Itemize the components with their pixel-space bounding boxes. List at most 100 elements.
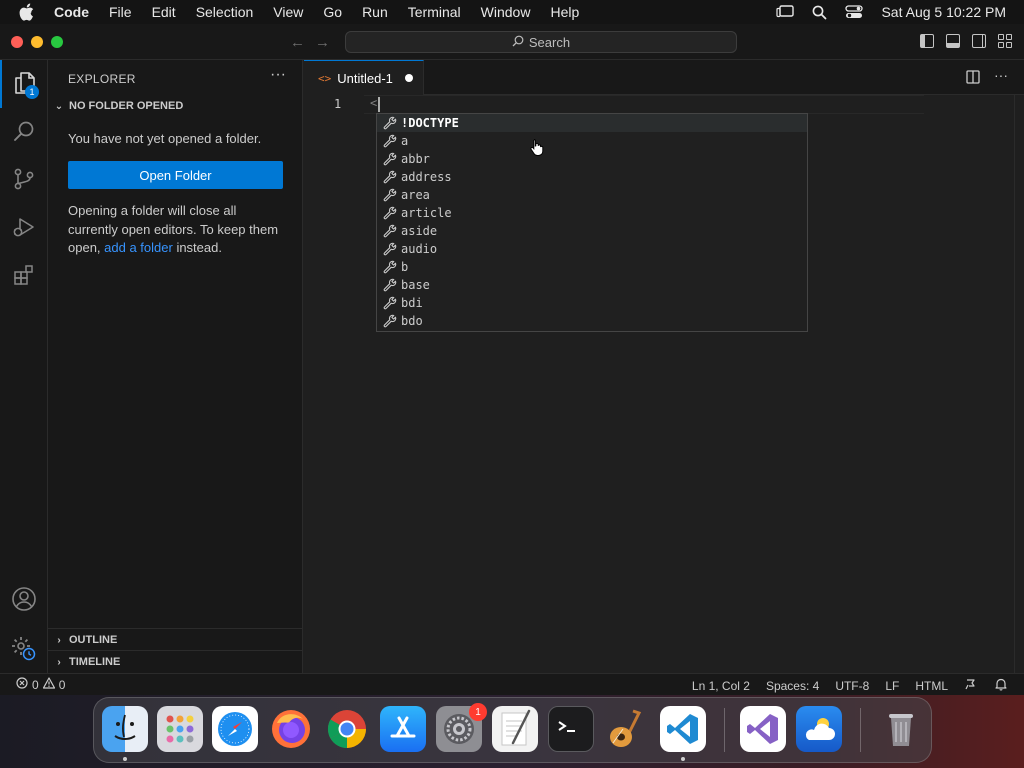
vscode-running-indicator <box>681 757 685 761</box>
add-folder-link[interactable]: add a folder <box>104 240 173 255</box>
command-center-search[interactable]: Search <box>345 31 737 53</box>
window-close-button[interactable] <box>11 36 23 48</box>
split-editor-icon[interactable] <box>966 70 980 87</box>
suggestion-item[interactable]: a <box>377 132 807 150</box>
toggle-panel-icon[interactable] <box>946 34 960 48</box>
explorer-sidebar: EXPLORER ··· ⌄ NO FOLDER OPENED You have… <box>48 60 303 673</box>
menu-view[interactable]: View <box>273 4 303 20</box>
wrench-icon <box>382 313 398 329</box>
suggestion-item[interactable]: aside <box>377 222 807 240</box>
macos-menubar: Code File Edit Selection View Go Run Ter… <box>0 0 1024 24</box>
menu-app-name[interactable]: Code <box>54 4 89 20</box>
wrench-icon <box>382 223 398 239</box>
activity-search[interactable] <box>0 108 48 156</box>
text-cursor <box>378 97 380 112</box>
menu-file[interactable]: File <box>109 4 132 20</box>
menu-selection[interactable]: Selection <box>196 4 254 20</box>
more-actions-icon[interactable]: ··· <box>270 66 286 84</box>
menu-help[interactable]: Help <box>550 4 579 20</box>
launchpad-icon[interactable] <box>157 706 203 752</box>
suggestion-item[interactable]: article <box>377 204 807 222</box>
wrench-icon <box>382 205 398 221</box>
textedit-icon[interactable] <box>492 706 538 752</box>
activity-manage[interactable] <box>0 625 48 673</box>
outline-section[interactable]: › OUTLINE <box>48 628 303 651</box>
suggestion-item[interactable]: address <box>377 168 807 186</box>
customize-layout-icon[interactable] <box>998 34 1012 48</box>
toggle-secondary-sidebar-icon[interactable] <box>972 34 986 48</box>
chevron-right-icon: › <box>57 634 61 646</box>
suggestion-item[interactable]: area <box>377 186 807 204</box>
language-mode[interactable]: HTML <box>915 679 948 693</box>
terminal-icon[interactable] <box>548 706 594 752</box>
menu-go[interactable]: Go <box>323 4 342 20</box>
suggestion-item[interactable]: b <box>377 258 807 276</box>
problems-status[interactable]: 0 0 <box>16 677 65 692</box>
menu-run[interactable]: Run <box>362 4 388 20</box>
visual-studio-icon[interactable] <box>740 706 786 752</box>
safari-icon[interactable] <box>212 706 258 752</box>
menu-terminal[interactable]: Terminal <box>408 4 461 20</box>
menubar-clock[interactable]: Sat Aug 5 10:22 PM <box>881 4 1006 20</box>
suggestion-item[interactable]: bdi <box>377 294 807 312</box>
extensions-icon <box>12 263 36 290</box>
menu-window[interactable]: Window <box>481 4 531 20</box>
chrome-icon[interactable] <box>324 706 370 752</box>
window-minimize-button[interactable] <box>31 36 43 48</box>
search-icon <box>12 119 36 146</box>
code-line[interactable]: < <box>370 96 377 110</box>
finder-running-indicator <box>123 757 127 761</box>
menu-edit[interactable]: Edit <box>152 4 176 20</box>
activity-run-debug[interactable] <box>0 204 48 252</box>
apple-icon[interactable] <box>16 2 36 22</box>
window-titlebar: ← → Search <box>0 24 1024 60</box>
unsaved-dot-icon[interactable] <box>404 74 413 82</box>
suggestion-item[interactable]: audio <box>377 240 807 258</box>
open-folder-button[interactable]: Open Folder <box>68 161 283 189</box>
activity-extensions[interactable] <box>0 252 48 300</box>
activity-explorer[interactable]: 1 <box>0 60 48 108</box>
window-maximize-button[interactable] <box>51 36 63 48</box>
timeline-section[interactable]: › TIMELINE <box>48 650 303 673</box>
wrench-icon <box>382 241 398 257</box>
suggestion-label: a <box>401 134 409 148</box>
back-arrow-icon[interactable]: ← <box>290 34 305 51</box>
suggestion-item[interactable]: base <box>377 276 807 294</box>
control-center-icon[interactable] <box>845 5 864 19</box>
trash-icon[interactable] <box>878 706 924 752</box>
finder-icon[interactable] <box>102 706 148 752</box>
sidebar-title: EXPLORER <box>68 72 136 86</box>
app-store-icon[interactable] <box>380 706 426 752</box>
encoding-setting[interactable]: UTF-8 <box>835 679 869 693</box>
account-icon <box>11 586 37 615</box>
system-settings-icon[interactable]: 1 <box>436 703 487 752</box>
toggle-primary-sidebar-icon[interactable] <box>920 34 934 48</box>
forward-arrow-icon[interactable]: → <box>315 34 330 51</box>
feedback-icon[interactable] <box>964 677 978 694</box>
stage-manager-icon[interactable] <box>776 5 795 19</box>
editor-scrollbar[interactable] <box>1014 95 1024 673</box>
notifications-bell-icon[interactable] <box>994 677 1008 694</box>
suggestion-item[interactable]: !DOCTYPE <box>377 114 807 132</box>
dock-separator <box>724 708 725 752</box>
error-icon <box>16 677 28 692</box>
more-actions-icon[interactable]: ··· <box>994 68 1008 87</box>
vscode-icon[interactable] <box>660 706 706 752</box>
activity-source-control[interactable] <box>0 156 48 204</box>
cursor-position[interactable]: Ln 1, Col 2 <box>692 679 750 693</box>
suggestion-item[interactable]: abbr <box>377 150 807 168</box>
spotlight-search-icon[interactable] <box>812 5 827 20</box>
weather-icon[interactable] <box>796 706 842 752</box>
wrench-icon <box>382 187 398 203</box>
source-control-icon <box>12 167 36 194</box>
chevron-right-icon: › <box>57 656 61 668</box>
activity-accounts[interactable] <box>0 576 48 624</box>
no-folder-section-header[interactable]: ⌄ NO FOLDER OPENED <box>48 95 303 117</box>
suggestion-item[interactable]: bdo <box>377 312 807 330</box>
indentation-setting[interactable]: Spaces: 4 <box>766 679 819 693</box>
garageband-icon[interactable] <box>604 706 650 752</box>
tab-untitled-1[interactable]: <> Untitled-1 <box>304 60 424 95</box>
firefox-icon[interactable] <box>268 706 314 752</box>
eol-setting[interactable]: LF <box>885 679 899 693</box>
timeline-label: TIMELINE <box>69 656 121 668</box>
